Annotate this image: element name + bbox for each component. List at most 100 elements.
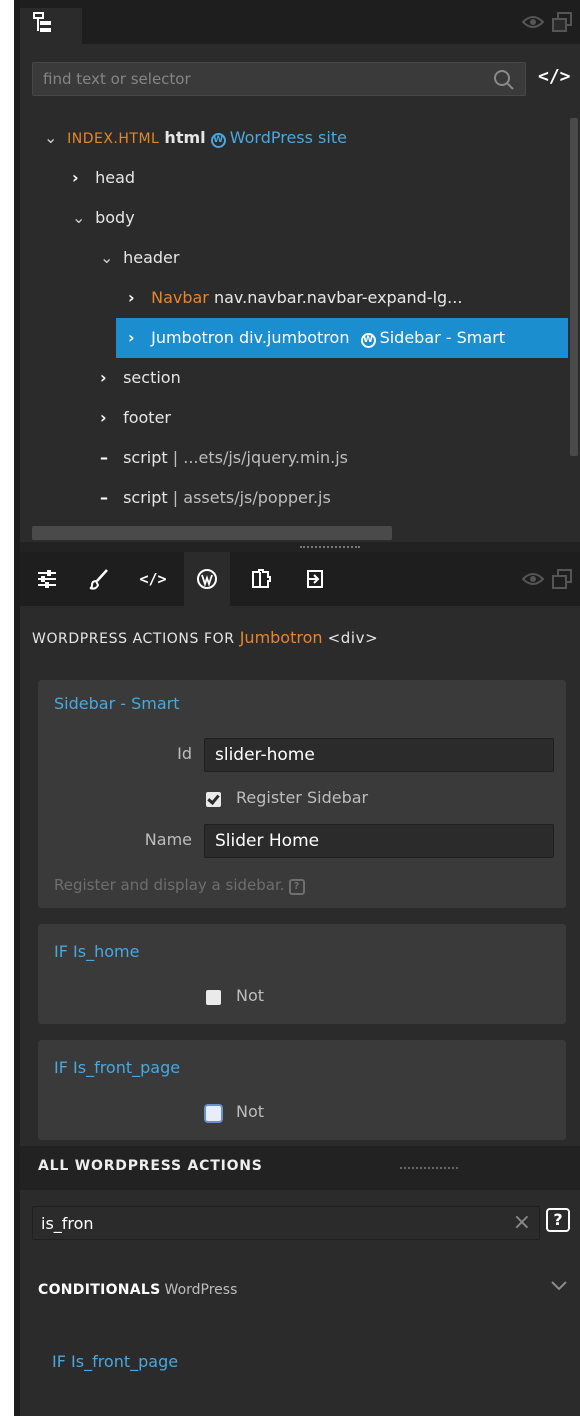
element-tree: ⌄ INDEX.HTML html W WordPress site › head…	[20, 118, 568, 518]
wp-actions-title: WORDPRESS ACTIONS FOR Jumbotron <div>	[32, 628, 378, 647]
card-title[interactable]: IF Is_home	[54, 942, 139, 961]
tree-row-navbar[interactable]: › Navbar nav.navbar.navbar-expand-lg...	[20, 278, 568, 318]
sidebar-smart-card: Sidebar - Smart Id slider-home Register …	[38, 680, 566, 908]
tree-tab-bar	[20, 0, 580, 44]
clear-icon[interactable]: ×	[513, 1210, 531, 1236]
register-sidebar-label: Register Sidebar	[236, 788, 369, 807]
wp-badge-label: WordPress site	[229, 128, 347, 147]
sidebar-help-text: Register and display a sidebar.	[54, 876, 285, 894]
tree-row-label: html	[164, 128, 206, 147]
wordpress-icon	[197, 569, 217, 589]
tree-search-input[interactable]	[33, 63, 473, 95]
card-title[interactable]: Sidebar - Smart	[54, 694, 179, 713]
section-title: CONDITIONALS	[38, 1282, 161, 1298]
tree-row-detail: | assets/js/popper.js	[172, 488, 331, 507]
tree-row-label: nav.navbar.navbar-expand-lg...	[213, 288, 463, 307]
tree-row-label: footer	[123, 408, 171, 427]
chevron-down-icon[interactable]: ⌄	[44, 118, 62, 158]
name-label: Name	[144, 830, 192, 849]
conditionals-section-header[interactable]: CONDITIONALS WordPress	[38, 1282, 237, 1298]
wp-badge-label: Sidebar - Smart	[379, 328, 506, 347]
tree-row-jumbotron[interactable]: › Jumbotron div.jumbotron W Sidebar - Sma…	[116, 318, 568, 358]
is-front-page-card: IF Is_front_page Not	[38, 1040, 566, 1140]
selected-element-name: Jumbotron	[239, 628, 323, 647]
chevron-right-icon[interactable]: ›	[100, 358, 118, 398]
tree-row-label: script	[123, 448, 168, 467]
tree-row-label: head	[95, 168, 136, 187]
tree-search-row: </>	[32, 62, 572, 96]
tree-search-box	[32, 62, 526, 96]
card-title[interactable]: IF Is_front_page	[54, 1058, 180, 1077]
code-icon: </>	[139, 570, 167, 588]
tree-row-label: header	[123, 248, 180, 267]
tree-row-section[interactable]: › section	[20, 358, 568, 398]
properties-panel-controls	[522, 569, 572, 589]
all-wp-actions-header[interactable]: ALL WORDPRESS ACTIONS	[20, 1146, 580, 1190]
section-grip[interactable]	[400, 1167, 458, 1169]
wordpress-icon: W	[360, 333, 376, 348]
code-view-toggle[interactable]: </>	[538, 66, 571, 87]
register-sidebar-checkbox[interactable]	[206, 792, 221, 807]
brush-icon	[89, 569, 108, 590]
is-front-page-not-checkbox[interactable]	[206, 1106, 221, 1121]
wp-actions-title-prefix: WORDPRESS ACTIONS FOR	[32, 631, 235, 647]
tree-row-script-popper[interactable]: – script | assets/js/popper.js	[20, 478, 568, 518]
not-label: Not	[236, 986, 265, 1005]
tree-row-body[interactable]: ⌄ body	[20, 198, 568, 238]
component-name: Navbar	[151, 288, 209, 307]
tree-row-html[interactable]: ⌄ INDEX.HTML html W WordPress site	[20, 118, 568, 158]
properties-tab-bar: </>	[20, 552, 580, 606]
tree-tab[interactable]	[20, 8, 82, 44]
section-subtitle: WordPress	[164, 1282, 238, 1298]
tree-vertical-scrollbar[interactable]	[570, 118, 578, 456]
sidebar-help: Register and display a sidebar.?	[54, 876, 305, 895]
tree-row-label: section	[123, 368, 181, 387]
actions-filter-box: ×	[32, 1206, 540, 1240]
action-item-is-front-page[interactable]: IF Is_front_page	[52, 1352, 178, 1371]
tree-row-footer[interactable]: › footer	[20, 398, 568, 438]
detach-panel-icon[interactable]	[552, 569, 572, 589]
name-field[interactable]: Slider Home	[204, 824, 554, 858]
visibility-eye-icon[interactable]	[522, 14, 544, 30]
tab-wordpress[interactable]	[184, 552, 230, 606]
tab-code[interactable]: </>	[130, 552, 176, 606]
chevron-down-icon[interactable]	[550, 1280, 568, 1292]
is-home-not-checkbox[interactable]	[206, 990, 221, 1005]
tree-icon	[33, 12, 51, 32]
splitter-grip[interactable]	[300, 546, 360, 548]
tree-row-label: script	[123, 488, 168, 507]
tree-row-label: Jumbotron div.jumbotron	[151, 328, 350, 347]
chevron-right-icon[interactable]: ›	[72, 158, 90, 198]
actions-filter-input[interactable]	[33, 1207, 503, 1239]
chevron-right-icon[interactable]: ›	[128, 318, 146, 358]
selected-element-tag: <div>	[327, 629, 379, 647]
tab-properties[interactable]	[24, 552, 70, 606]
chevron-down-icon[interactable]: ⌄	[100, 238, 118, 278]
detach-panel-icon[interactable]	[552, 12, 572, 32]
puzzle-icon	[252, 569, 271, 588]
search-icon[interactable]	[493, 69, 515, 91]
tab-style[interactable]	[76, 552, 122, 606]
tab-components[interactable]	[238, 552, 284, 606]
tree-horizontal-scrollbar[interactable]	[32, 526, 392, 540]
id-field[interactable]: slider-home	[204, 738, 554, 772]
is-home-card: IF Is_home Not	[38, 924, 566, 1024]
visibility-eye-icon[interactable]	[522, 571, 544, 587]
tree-row-script-jquery[interactable]: – script | ...ets/js/jquery.min.js	[20, 438, 568, 478]
all-wp-actions-title: ALL WORDPRESS ACTIONS	[38, 1158, 263, 1174]
dash-icon: –	[100, 448, 108, 467]
tree-row-label: body	[95, 208, 135, 227]
not-label: Not	[236, 1102, 265, 1121]
tree-row-header[interactable]: ⌄ header	[20, 238, 568, 278]
tab-export[interactable]	[292, 552, 338, 606]
chevron-right-icon[interactable]: ›	[128, 278, 146, 318]
help-icon[interactable]: ?	[288, 879, 305, 895]
tree-panel-controls	[522, 12, 572, 32]
chevron-down-icon[interactable]: ⌄	[72, 198, 90, 238]
chevron-right-icon[interactable]: ›	[100, 398, 118, 438]
file-name: INDEX.HTML	[67, 131, 160, 147]
wordpress-site-badge[interactable]: W WordPress site	[210, 128, 347, 148]
help-icon[interactable]: ?	[546, 1208, 570, 1232]
tree-row-head[interactable]: › head	[20, 158, 568, 198]
wordpress-action-badge[interactable]: W Sidebar - Smart	[360, 328, 506, 348]
